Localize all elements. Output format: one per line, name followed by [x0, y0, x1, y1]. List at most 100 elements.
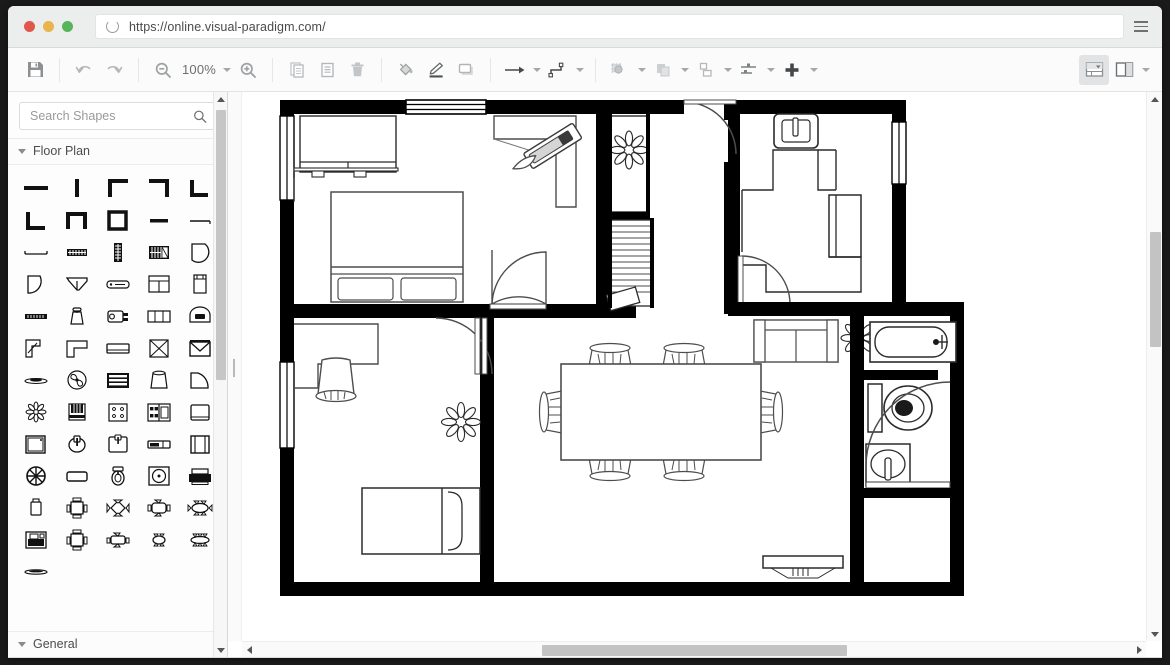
- shape-plant-star[interactable]: [16, 399, 55, 425]
- canvas-scroll-left-button[interactable]: [242, 642, 256, 657]
- address-bar[interactable]: https://online.visual-paradigm.com/: [95, 14, 1124, 39]
- shape-rug-long[interactable]: [16, 559, 55, 585]
- insert-button[interactable]: [777, 55, 807, 85]
- group-shapes-button[interactable]: [605, 55, 635, 85]
- fill-color-button[interactable]: [391, 55, 421, 85]
- shape-wall-u-shape[interactable]: [57, 207, 96, 233]
- shape-window-grid[interactable]: [57, 239, 96, 265]
- shape-wall-short[interactable]: [139, 207, 178, 233]
- shape-room-square[interactable]: [98, 207, 137, 233]
- sidebar-scroll-thumb[interactable]: [216, 110, 226, 380]
- panels-dropdown-caret-icon[interactable]: [1139, 56, 1152, 84]
- shape-table-round-4[interactable]: [98, 495, 137, 521]
- reload-icon[interactable]: [106, 20, 119, 33]
- canvas-viewport[interactable]: [242, 92, 1146, 641]
- shape-table-round-5[interactable]: [139, 527, 178, 553]
- shape-door-arc[interactable]: [16, 271, 55, 297]
- shape-rug-oval[interactable]: [16, 367, 55, 393]
- sidebar-scroll-up-button[interactable]: [214, 92, 227, 106]
- connector-dropdown-caret-icon[interactable]: [530, 56, 543, 84]
- zoom-out-button[interactable]: [148, 55, 178, 85]
- copy-button[interactable]: [282, 55, 312, 85]
- shape-fan-ceiling[interactable]: [57, 367, 96, 393]
- shape-mat-rect[interactable]: [57, 463, 96, 489]
- canvas-area[interactable]: [228, 92, 1162, 657]
- waypoint-connector-button[interactable]: [543, 55, 573, 85]
- canvas-scroll-right-button[interactable]: [1132, 642, 1146, 657]
- shape-bookcase[interactable]: [98, 367, 137, 393]
- shape-corner-counter[interactable]: [16, 335, 55, 361]
- floor-plan-drawing[interactable]: [276, 92, 1131, 612]
- canvas-hscroll-thumb[interactable]: [542, 645, 847, 656]
- shape-stairs-vertical[interactable]: [98, 239, 137, 265]
- outline-panel-button[interactable]: [1079, 54, 1109, 85]
- shape-table-4seat[interactable]: [57, 495, 96, 521]
- shape-shadow-button[interactable]: [451, 55, 481, 85]
- shape-sideboard[interactable]: [139, 303, 178, 329]
- distribute-button[interactable]: [691, 55, 721, 85]
- front-dropdown-caret-icon[interactable]: [678, 56, 691, 84]
- distribute-dropdown-caret-icon[interactable]: [721, 56, 734, 84]
- sidebar-resize-handle[interactable]: [230, 357, 238, 379]
- shape-corner-top-left[interactable]: [98, 175, 137, 201]
- shape-lamp-floor[interactable]: [57, 303, 96, 329]
- shape-desk-corner[interactable]: [16, 431, 55, 457]
- shape-toilet-oval[interactable]: [98, 463, 137, 489]
- bring-to-front-button[interactable]: [648, 55, 678, 85]
- shape-radiator[interactable]: [16, 303, 55, 329]
- shape-tv-unit[interactable]: [98, 335, 137, 361]
- shape-table-square-4[interactable]: [57, 527, 96, 553]
- close-window-button[interactable]: [24, 21, 35, 32]
- minimize-window-button[interactable]: [43, 21, 54, 32]
- diagram-page-sheet[interactable]: [276, 92, 1131, 612]
- shape-wall-vertical[interactable]: [57, 175, 96, 201]
- zoom-in-button[interactable]: [233, 55, 263, 85]
- sidebar-scroll-down-button[interactable]: [214, 643, 227, 657]
- canvas-horizontal-scrollbar[interactable]: [242, 641, 1146, 657]
- sidebar-scrollbar[interactable]: [213, 92, 227, 657]
- shape-toilet-round[interactable]: [57, 431, 96, 457]
- save-button[interactable]: [20, 55, 50, 85]
- shape-wall-horizontal[interactable]: [16, 175, 55, 201]
- align-dropdown-caret-icon[interactable]: [764, 56, 777, 84]
- shape-double-stove[interactable]: [139, 399, 178, 425]
- connector-arrow-button[interactable]: [500, 55, 530, 85]
- paste-button[interactable]: [312, 55, 342, 85]
- shape-fan-round[interactable]: [16, 463, 55, 489]
- shape-stove-4burner[interactable]: [98, 399, 137, 425]
- format-panel-button[interactable]: [1109, 55, 1139, 85]
- shape-table-rect-4[interactable]: [98, 527, 137, 553]
- zoom-dropdown-caret-icon[interactable]: [220, 56, 233, 84]
- shape-desk-computer[interactable]: [16, 527, 55, 553]
- shape-palette-scroll[interactable]: [8, 165, 227, 631]
- delete-button[interactable]: [342, 55, 372, 85]
- canvas-scroll-down-button[interactable]: [1147, 627, 1162, 641]
- group-dropdown-caret-icon[interactable]: [635, 56, 648, 84]
- insert-dropdown-caret-icon[interactable]: [807, 56, 820, 84]
- shape-l-counter[interactable]: [57, 335, 96, 361]
- shape-bed-double[interactable]: [139, 271, 178, 297]
- canvas-scroll-up-button[interactable]: [1147, 92, 1162, 106]
- shape-sliding-door[interactable]: [98, 271, 137, 297]
- search-shapes-box[interactable]: [19, 102, 216, 130]
- shape-basket[interactable]: [139, 367, 178, 393]
- shape-chair-single[interactable]: [16, 495, 55, 521]
- shape-table-oval-4[interactable]: [139, 495, 178, 521]
- shape-printer-copier[interactable]: [98, 303, 137, 329]
- shape-table-x[interactable]: [139, 335, 178, 361]
- shape-washer-round[interactable]: [139, 463, 178, 489]
- shape-double-door[interactable]: [57, 271, 96, 297]
- undo-button[interactable]: [69, 55, 99, 85]
- zoom-level-value[interactable]: 100%: [178, 62, 220, 77]
- shape-bathtub-small[interactable]: [139, 431, 178, 457]
- align-button[interactable]: [734, 55, 764, 85]
- shape-wall-opening[interactable]: [16, 239, 55, 265]
- search-input[interactable]: [28, 108, 193, 124]
- redo-button[interactable]: [99, 55, 129, 85]
- canvas-vertical-scrollbar[interactable]: [1146, 92, 1162, 641]
- line-color-button[interactable]: [421, 55, 451, 85]
- shape-corner-bottom-left[interactable]: [16, 207, 55, 233]
- canvas-vscroll-thumb[interactable]: [1150, 232, 1161, 347]
- sidebar-section-general[interactable]: General: [8, 631, 227, 657]
- hamburger-menu-icon[interactable]: [1130, 21, 1152, 32]
